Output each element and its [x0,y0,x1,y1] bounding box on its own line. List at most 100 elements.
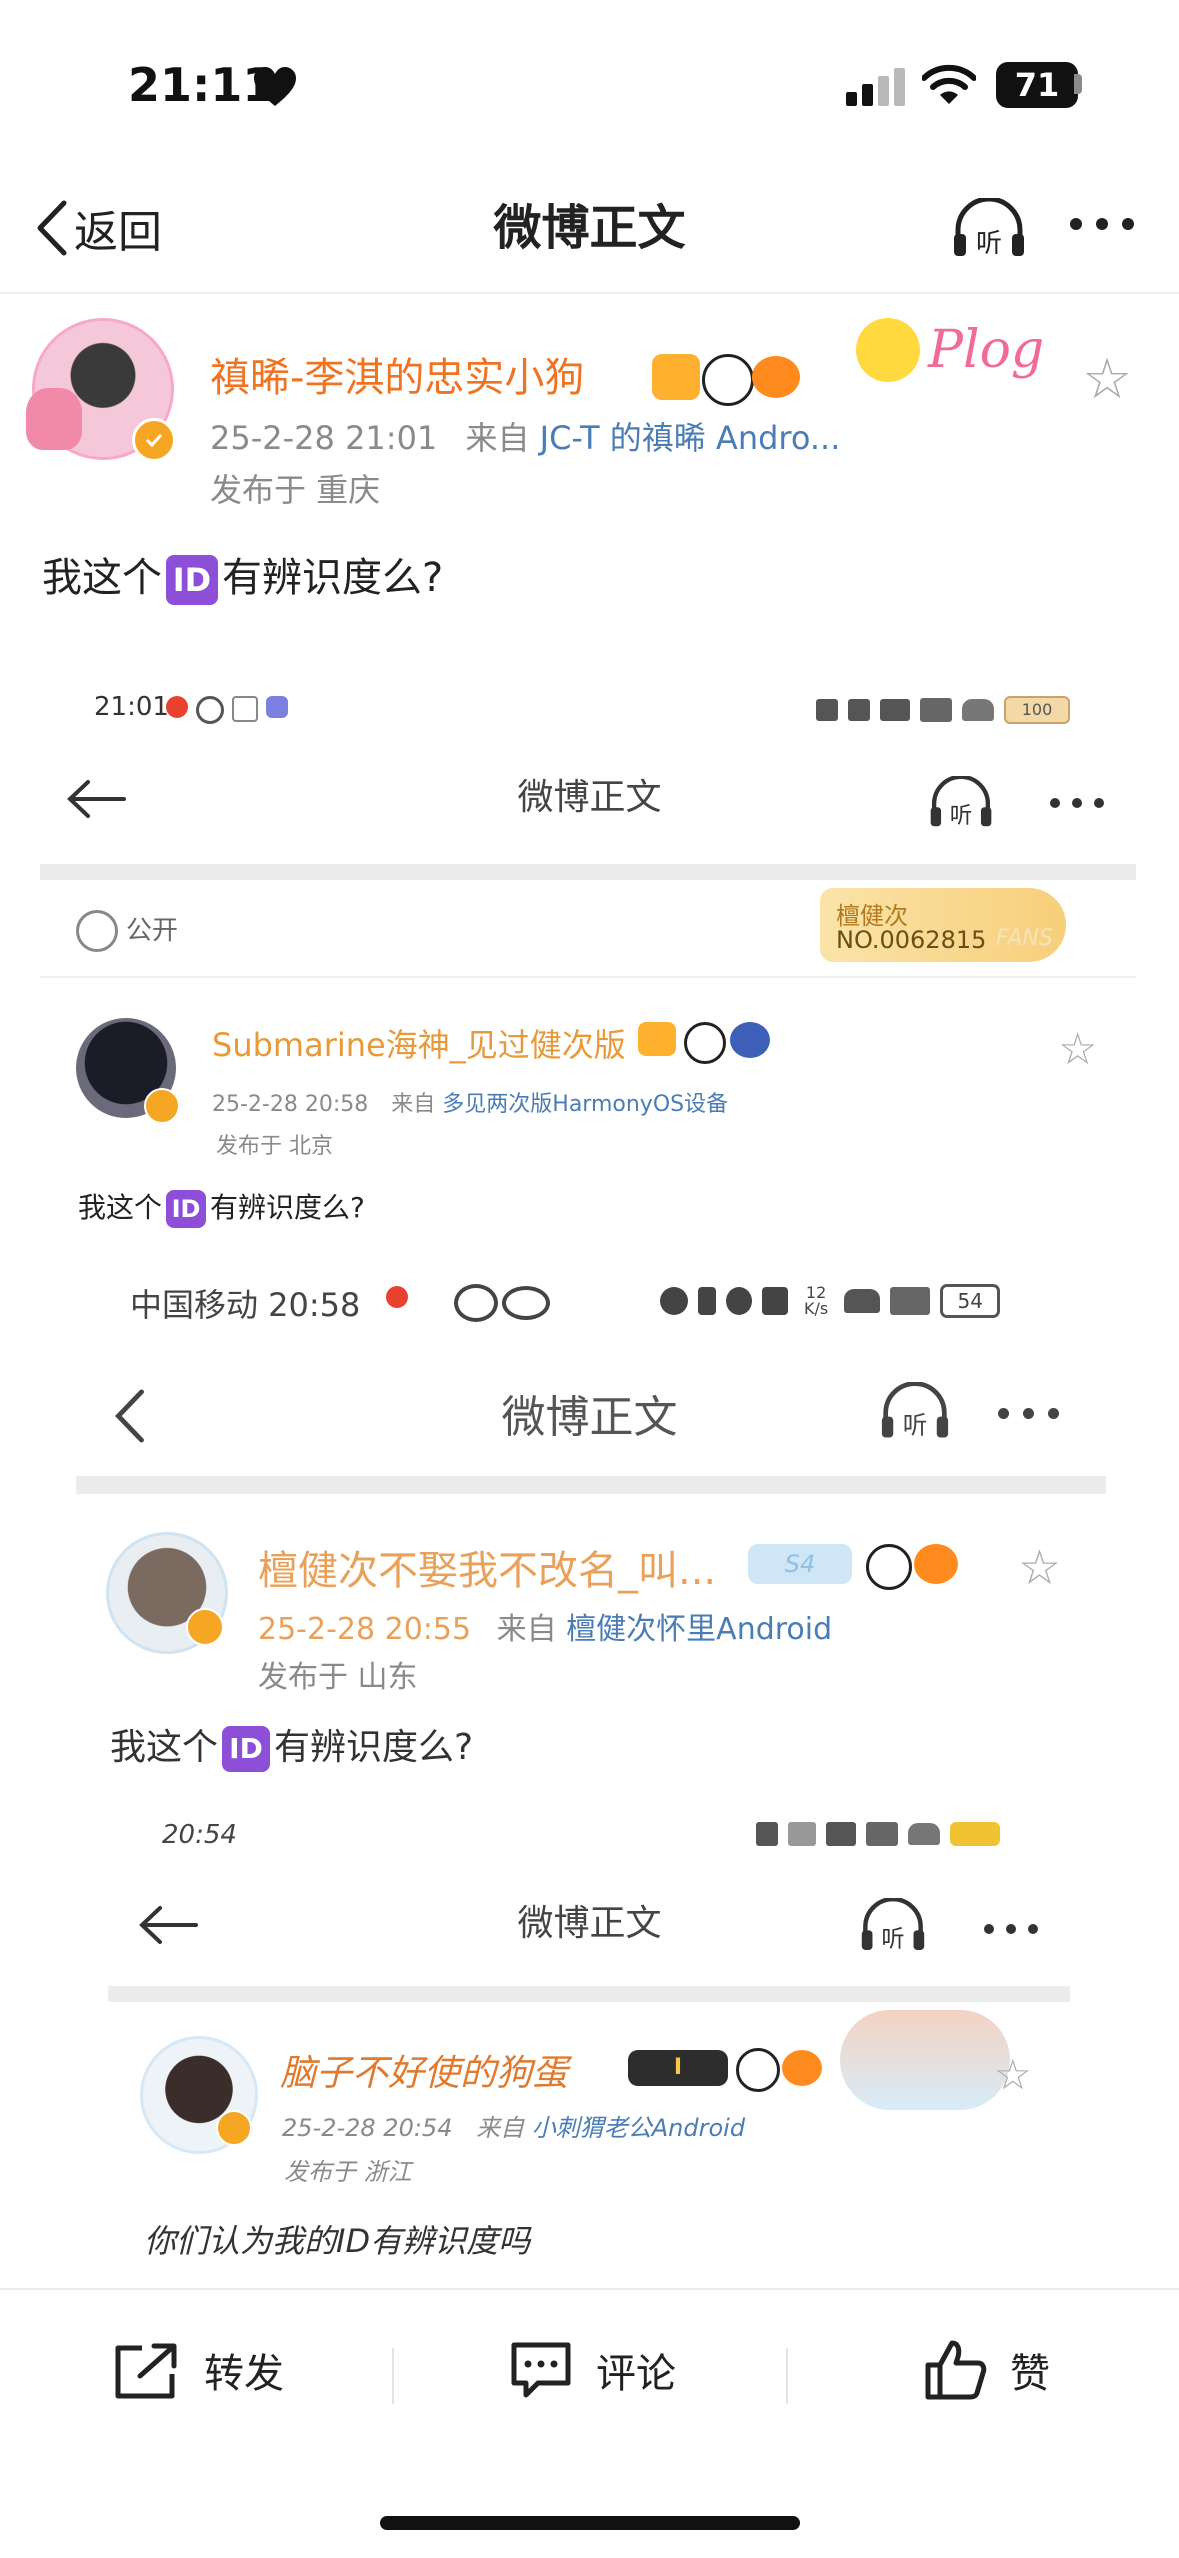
shot3-source: 小刺猬老公Android [531,2114,746,2142]
id-badge-icon: ID [222,1726,271,1772]
more-dot-icon [1096,218,1108,230]
shot2-text-before: 我这个 [110,1727,219,1768]
signal-5g-icon [920,698,952,722]
like-button[interactable]: 赞 [922,2330,1050,2410]
shot1-time: 21:01 [94,692,169,722]
post-image[interactable]: 21:01 100 微博正文 听 公开 檀健次 NO.0062815 FANS [0,660,1179,2288]
shot3-verified-icon [216,2110,252,2146]
action-divider [392,2348,394,2404]
shot3-location: 发布于 浙江 [284,2158,412,2186]
svg-text:听: 听 [976,229,1002,258]
shot1-fans-badge: 檀健次 NO.0062815 FANS [820,888,1066,962]
shot1-divider [40,976,1136,978]
action-divider [786,2348,788,2404]
battery-level: 71 [1014,66,1060,104]
id-badge-icon: ID [166,555,218,605]
shot1-notification-icons [166,696,288,724]
shot1-headphones-icon: 听 [930,776,992,828]
dolphin-icon [730,1022,770,1058]
comment-icon [511,2342,571,2398]
shot3-gray-band [108,1986,1070,2002]
shot1-date: 25-2-28 20:58 [212,1092,369,1117]
speedometer-icon [454,1284,498,1322]
crown-badge-icon [652,354,700,400]
wifi-icon [844,1289,881,1313]
shot2-more-icon [998,1408,1059,1419]
shot2-date: 25-2-28 20:55 [258,1612,472,1647]
heart-icon [254,67,296,106]
svg-text:听: 听 [903,1411,928,1440]
shot3-meta: 25-2-28 20:54 来自 小刺猬老公Android [282,2108,745,2143]
fish-icon [914,1544,958,1584]
shot3-system-icons [756,1822,1000,1846]
shot2-body: 我这个 ID 有辨识度么? [110,1718,473,1772]
shot3-level-badge: I [628,2050,728,2086]
post-date: 25-2-28 21:01 [210,419,438,457]
moon-icon [726,1287,752,1315]
shot2-carrier-time: 中国移动 20:58 [130,1286,361,1324]
shot3-headphones-icon: 听 [861,1898,925,1952]
signal-5g-icon [866,1822,898,1846]
shot2-verified-icon [186,1608,224,1646]
svg-text:听: 听 [950,803,973,828]
weibo-icon [386,1286,408,1308]
shot2-location: 发布于 山东 [258,1660,418,1695]
id-badge-icon: ID [166,1190,207,1228]
shot2-author: 檀健次不娶我不改名_叫... [258,1548,717,1594]
more-button[interactable] [1070,218,1136,238]
back-button[interactable]: 返回 [34,196,162,260]
back-label: 返回 [74,207,162,258]
shot2-source: 檀健次怀里Android [566,1612,833,1647]
hd-icon [826,1822,856,1846]
post-location: 发布于 重庆 [210,471,381,509]
chevron-left-icon [37,200,67,256]
post-source-link[interactable]: JC-T 的禛晞 Andro... [540,419,841,457]
shot1-source-prefix: 来自 [391,1092,436,1117]
shot1-text-before: 我这个 [78,1191,163,1224]
post-body: 我这个 ID 有辨识度么? [42,548,443,608]
battery-icon: 71 [996,62,1078,108]
home-indicator[interactable] [380,2516,800,2530]
shot3-more-icon [984,1924,1038,1934]
headphones-icon: 听 [954,196,1024,259]
shot1-more-icon [1050,798,1104,808]
repost-label: 转发 [204,2351,284,2397]
wifi-icon [908,1823,940,1845]
comment-button[interactable]: 评论 [508,2330,676,2410]
avatar[interactable] [26,318,176,462]
globe-icon [76,910,118,952]
share-icon [115,2343,177,2399]
like-label: 赞 [1010,2351,1050,2397]
mute-icon [816,699,838,721]
plog-sticker: Plog [856,300,1086,400]
shot1-location: 发布于 北京 [216,1134,333,1159]
post-source-prefix: 来自 [465,419,530,457]
post-author-name[interactable]: 禛晞-李淇的忠实小狗 [210,352,584,404]
app-icon [232,696,258,722]
shot1-system-icons: 100 [816,696,1070,724]
shot1-battery: 100 [1004,696,1070,724]
wifi-icon [962,699,994,721]
verified-badge-icon [132,418,176,462]
battery-icon [950,1822,1000,1846]
post-text-after: 有辨识度么? [222,555,444,601]
svg-text:听: 听 [881,1925,904,1952]
shot3-time: 20:54 [162,1820,237,1850]
listen-button[interactable]: 听 [952,196,1026,259]
mute-icon [756,1822,778,1846]
flower-icon [856,318,920,382]
shot1-text-after: 有辨识度么? [210,1191,365,1224]
favorite-star-icon[interactable]: ☆ [1082,348,1132,412]
repost-button[interactable]: 转发 [112,2330,284,2410]
shot2-battery: 54 [940,1284,1001,1318]
shot3-star-icon: ☆ [994,2050,1032,2099]
wifi-icon [922,64,976,104]
shot1-fans-no: NO.0062815 [836,926,987,954]
shot2-headphones-icon: 听 [881,1382,949,1440]
eye-icon [502,1286,550,1320]
shot1-body: 我这个 ID 有辨识度么? [78,1186,365,1228]
alarm-icon [660,1287,688,1315]
app-icon [266,696,288,718]
fish-icon [752,356,800,398]
shot3-source-prefix: 来自 [476,2114,525,2142]
